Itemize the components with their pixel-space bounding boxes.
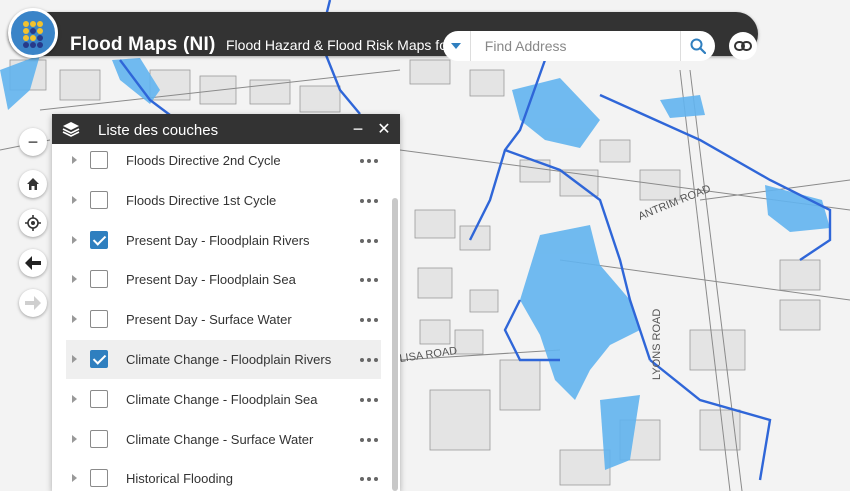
minimize-icon: −: [352, 118, 364, 139]
layer-label: Climate Change - Floodplain Sea: [126, 391, 318, 407]
home-button[interactable]: [19, 170, 47, 198]
layer-row[interactable]: Present Day - Surface Water: [66, 300, 381, 339]
app-title: Flood Maps (NI): [70, 34, 216, 55]
layer-list-title: Liste des couches: [98, 122, 219, 139]
layer-label: Floods Directive 1st Cycle: [126, 192, 277, 208]
layer-label: Floods Directive 2nd Cycle: [126, 153, 281, 168]
layer-options-icon[interactable]: [360, 397, 380, 404]
expand-caret-icon[interactable]: [72, 474, 77, 483]
layer-visibility-checkbox[interactable]: [90, 151, 108, 169]
layer-visibility-checkbox[interactable]: [90, 389, 108, 408]
zoom-out-icon: −: [27, 132, 39, 152]
layer-row[interactable]: Historical Flooding: [66, 459, 381, 491]
expand-caret-icon[interactable]: [72, 275, 77, 284]
layer-row[interactable]: Floods Directive 1st Cycle: [66, 181, 381, 220]
previous-extent-button[interactable]: [19, 249, 47, 277]
layer-list-scrollbar[interactable]: [392, 198, 398, 491]
app-subtitle: Flood Hazard & Flood Risk Maps for NI: [226, 37, 470, 53]
expand-caret-icon[interactable]: [72, 315, 77, 324]
layer-list-panel: Liste des couches − ✕ Floods Directive 2…: [52, 114, 400, 491]
layer-label: Climate Change - Floodplain Rivers: [126, 352, 332, 367]
layer-row[interactable]: Climate Change - Surface Water: [66, 420, 381, 459]
layer-visibility-checkbox[interactable]: [90, 190, 108, 209]
layer-visibility-checkbox[interactable]: [90, 350, 108, 368]
dfi-logo-icon: [23, 21, 43, 48]
layer-row[interactable]: Floods Directive 2nd Cycle: [66, 141, 381, 180]
layer-label: Present Day - Surface Water: [126, 312, 292, 328]
locate-button[interactable]: [19, 209, 47, 237]
layer-list-header: Liste des couches − ✕: [52, 114, 400, 144]
minimize-button[interactable]: −: [350, 118, 366, 140]
search-icon: [690, 38, 706, 54]
layer-options-icon[interactable]: [360, 198, 380, 205]
layer-options-icon[interactable]: [360, 159, 380, 165]
layer-visibility-checkbox[interactable]: [90, 429, 108, 448]
next-extent-button[interactable]: [19, 289, 47, 317]
layer-options-icon[interactable]: [360, 358, 380, 364]
layer-options-icon[interactable]: [360, 318, 380, 324]
layer-label: Present Day - Floodplain Rivers: [126, 232, 310, 248]
home-icon: [27, 178, 39, 190]
map-road-label-lyons: LYONS ROAD: [651, 309, 663, 380]
share-link-button[interactable]: [729, 32, 757, 60]
layer-options-icon[interactable]: [360, 477, 380, 483]
caret-down-icon: [451, 43, 462, 49]
layer-row[interactable]: Climate Change - Floodplain Rivers: [66, 340, 381, 379]
link-icon: [734, 41, 752, 51]
layer-label: Historical Flooding: [126, 471, 233, 487]
expand-caret-icon[interactable]: [72, 394, 77, 403]
layer-row[interactable]: Climate Change - Floodplain Sea: [66, 380, 381, 419]
layers-icon: [62, 122, 80, 137]
layer-visibility-checkbox[interactable]: [90, 230, 108, 249]
expand-caret-icon[interactable]: [72, 434, 77, 443]
locate-icon: [25, 215, 41, 231]
dfi-logo[interactable]: [8, 8, 58, 58]
layer-options-icon[interactable]: [360, 437, 380, 444]
layer-options-icon[interactable]: [360, 238, 380, 245]
layer-row[interactable]: Present Day - Floodplain Sea: [66, 260, 381, 299]
search-input[interactable]: [470, 31, 680, 61]
expand-caret-icon[interactable]: [72, 195, 77, 204]
layer-visibility-checkbox[interactable]: [90, 310, 108, 329]
search-bar: [443, 31, 715, 61]
app-header: Flood Maps (NI) Flood Hazard & Flood Ris…: [8, 12, 758, 61]
search-source-dropdown[interactable]: [443, 31, 471, 61]
back-arrow-icon: [25, 256, 41, 270]
layer-options-icon[interactable]: [360, 278, 380, 284]
zoom-out-button[interactable]: −: [19, 128, 47, 156]
close-button[interactable]: ✕: [374, 118, 394, 140]
layer-visibility-checkbox[interactable]: [90, 469, 108, 488]
expand-caret-icon[interactable]: [72, 235, 77, 244]
layer-visibility-checkbox[interactable]: [90, 270, 108, 289]
forward-arrow-icon: [25, 296, 41, 310]
layer-label: Present Day - Floodplain Sea: [126, 272, 296, 288]
layer-label: Climate Change - Surface Water: [126, 431, 314, 447]
layer-row[interactable]: Present Day - Floodplain Rivers: [66, 221, 381, 260]
expand-caret-icon[interactable]: [72, 156, 77, 164]
expand-caret-icon[interactable]: [72, 355, 77, 363]
close-icon: ✕: [377, 121, 391, 138]
search-button[interactable]: [679, 31, 715, 61]
